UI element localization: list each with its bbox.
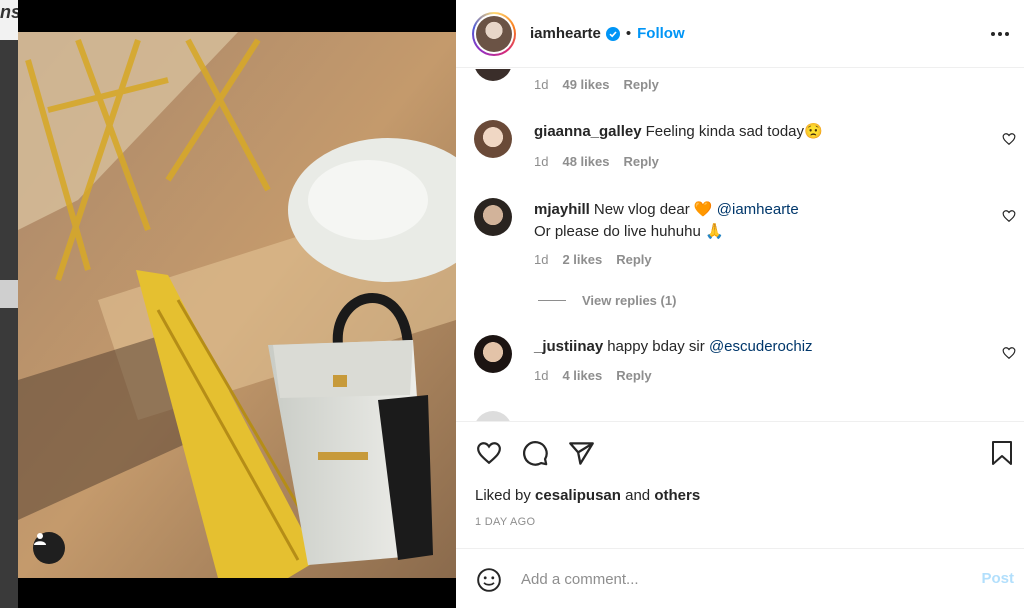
comment-avatar[interactable] xyxy=(474,198,512,236)
heart-icon[interactable] xyxy=(1002,132,1016,146)
background-header: ns xyxy=(0,0,21,40)
liked-by-others[interactable]: others xyxy=(654,487,700,504)
author-avatar[interactable] xyxy=(472,11,516,56)
background-divider xyxy=(0,280,18,308)
bookmark-icon[interactable] xyxy=(990,440,1014,466)
comment-content: Or please do live huhuhu 🙏 xyxy=(534,223,724,240)
comment-username[interactable]: mjayhill xyxy=(534,201,590,218)
user-tag-button[interactable] xyxy=(33,532,65,564)
comment-username[interactable]: giaanna_galley xyxy=(534,123,642,140)
more-options-icon[interactable] xyxy=(990,22,1010,46)
comment-likes[interactable]: 48 likes xyxy=(562,154,609,169)
follow-button[interactable]: Follow xyxy=(637,25,685,42)
comment-text: _justiinay happy bday sir @escuderochiz xyxy=(534,336,954,358)
comment-likes[interactable]: 2 likes xyxy=(562,252,602,267)
comment-reply-button[interactable]: Reply xyxy=(616,368,651,383)
post-actions xyxy=(456,421,1024,481)
comment-time: 1d xyxy=(534,154,549,169)
comment-avatar[interactable] xyxy=(474,69,512,81)
comment-likes[interactable]: 49 likes xyxy=(562,77,609,92)
comment-text: mjayhill New vlog dear 🧡 @iamhearte Or pl… xyxy=(534,199,954,243)
comment-mention[interactable]: @iamhearte xyxy=(717,201,799,218)
comment-input[interactable] xyxy=(521,567,961,591)
view-replies-label: View replies (1) xyxy=(582,293,677,308)
comment-time: 1d xyxy=(534,252,549,267)
comments-list[interactable]: 1d 49 likes Reply giaanna_galley Feeling ki… xyxy=(456,69,1024,421)
comment-username[interactable]: _justiinay xyxy=(534,338,603,355)
comment-avatar[interactable] xyxy=(474,335,512,373)
post-details-panel: iamhearte • Follow 1d 49 likes Reply giaan… xyxy=(456,0,1024,608)
comment-time: 1d xyxy=(534,77,549,92)
comment-likes[interactable]: 4 likes xyxy=(562,368,602,383)
comment-text: giaanna_galley Feeling kinda sad today😟 xyxy=(534,121,954,143)
comment-reply-button[interactable]: Reply xyxy=(616,252,651,267)
view-replies-line xyxy=(538,300,566,301)
heart-icon[interactable] xyxy=(1002,346,1016,360)
heart-icon[interactable] xyxy=(1002,209,1016,223)
comment-content: Feeling kinda sad today😟 xyxy=(645,123,823,140)
share-icon[interactable] xyxy=(568,440,595,467)
comment-mention[interactable]: @escuderochiz xyxy=(709,338,813,355)
post-image[interactable] xyxy=(18,0,456,608)
post-button[interactable]: Post xyxy=(981,570,1014,587)
comment-reply-button[interactable]: Reply xyxy=(623,77,658,92)
comment-content: New vlog dear 🧡 xyxy=(593,201,713,218)
comment-meta: 1d 4 likes Reply xyxy=(534,368,666,383)
add-comment-bar: Post xyxy=(456,548,1024,608)
post-header: iamhearte • Follow xyxy=(456,0,1024,68)
likes-summary: Liked by cesalipusan and others xyxy=(475,487,700,504)
comment-meta: 1d 49 likes Reply xyxy=(534,77,673,92)
view-replies-button[interactable]: View replies (1) xyxy=(538,293,676,308)
verified-badge-icon xyxy=(605,26,620,41)
likes-prefix: Liked by xyxy=(475,487,531,504)
post-photo-illustration xyxy=(18,0,456,608)
background-page: ns xyxy=(0,0,21,608)
heart-icon[interactable] xyxy=(475,440,503,466)
user-tag-icon xyxy=(34,533,46,545)
comment-meta: 1d 48 likes Reply xyxy=(534,154,673,169)
comment-content: happy bday sir xyxy=(607,338,705,355)
post-timestamp[interactable]: 1 DAY AGO xyxy=(475,516,535,528)
comment-icon[interactable] xyxy=(522,440,549,467)
follow-separator: • xyxy=(625,25,632,42)
comment-meta: 1d 2 likes Reply xyxy=(534,252,666,267)
likes-and: and xyxy=(625,487,651,504)
comment-reply-button[interactable]: Reply xyxy=(623,154,658,169)
emoji-icon[interactable] xyxy=(476,567,502,593)
liked-by-username[interactable]: cesalipusan xyxy=(535,487,621,504)
author-username[interactable]: iamhearte xyxy=(530,25,601,42)
comment-avatar[interactable] xyxy=(474,120,512,158)
comment-avatar[interactable] xyxy=(474,411,512,421)
comment-time: 1d xyxy=(534,368,549,383)
